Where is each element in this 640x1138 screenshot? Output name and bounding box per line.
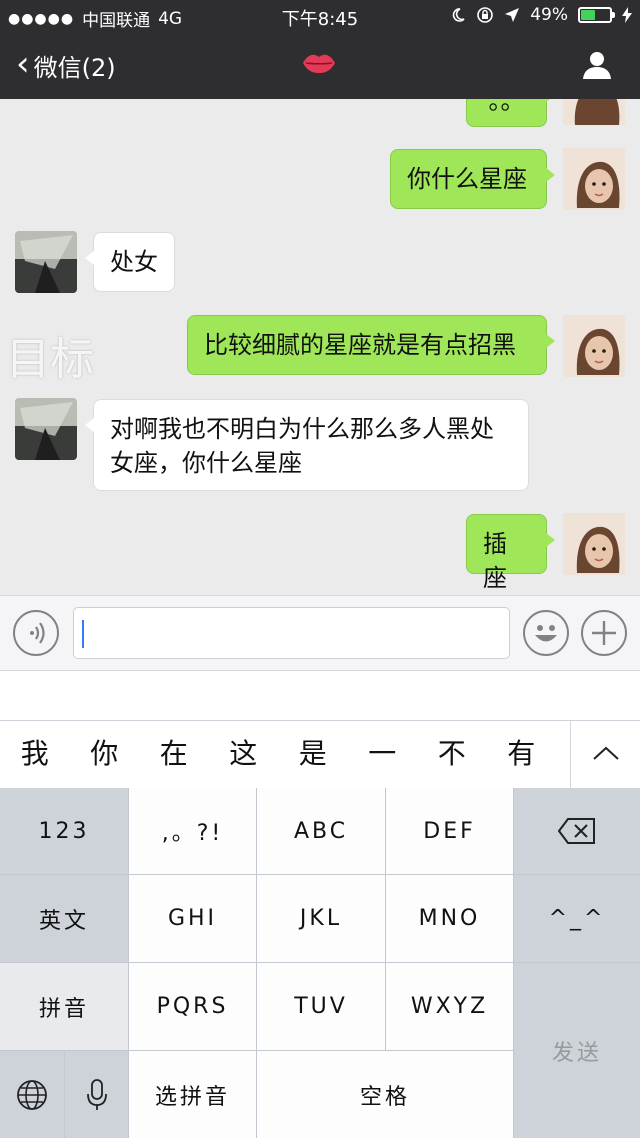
key-label: ^_^ [548, 906, 606, 931]
key-label: WXYZ [410, 994, 489, 1019]
key-pqrs[interactable]: PQRS [129, 963, 256, 1050]
space-key[interactable]: 空格 [257, 1051, 513, 1138]
plus-button[interactable] [581, 610, 627, 656]
key-mno[interactable]: MNO [386, 875, 513, 962]
send-key[interactable]: 发送 [514, 963, 640, 1138]
avatar[interactable] [563, 513, 625, 575]
key-wxyz[interactable]: WXYZ [386, 963, 513, 1050]
candidate-word[interactable]: 是 [278, 721, 348, 788]
key-label: GHI [167, 906, 218, 931]
nav-bar: ‹ 微信(2) [0, 32, 640, 99]
key-label: DEF [423, 818, 476, 844]
message-bubble-incoming[interactable]: 对啊我也不明白为什么那么多人黑处女座，你什么星座 [85, 399, 529, 491]
keyboard: 123 ,。?! ABC DEF 英文 GHI JKL MNO ^_^ 拼音 P… [0, 788, 640, 1138]
emoji-button[interactable] [523, 610, 569, 656]
key-label: 发送 [551, 1040, 602, 1066]
battery-icon [578, 7, 615, 23]
globe-key[interactable] [0, 1051, 64, 1138]
candidate-word[interactable]: 不 [417, 721, 487, 788]
candidate-word[interactable]: 你 [70, 721, 140, 788]
key-label: 选拼音 [154, 1084, 230, 1110]
battery-percent: 49% [530, 5, 568, 25]
key-ghi[interactable]: GHI [129, 875, 256, 962]
delete-key[interactable] [514, 788, 640, 874]
key-select-pinyin[interactable]: 选拼音 [129, 1051, 256, 1138]
plus-icon [592, 621, 616, 645]
key-label: TUV [294, 994, 348, 1019]
avatar[interactable] [563, 315, 625, 377]
message-text: 处女 [110, 248, 158, 276]
message-text: 比较细腻的星座就是有点招黑 [204, 331, 516, 359]
candidate-word[interactable]: 有 [487, 721, 557, 788]
message-bubble-incoming[interactable]: 处女 [85, 232, 175, 292]
key-label: JKL [299, 906, 343, 931]
top-bar: ●●●●● 中国联通 4G 下午8:45 49% ‹ 微信(2) [0, 0, 640, 99]
key-emoticon[interactable]: ^_^ [514, 875, 640, 962]
avatar[interactable] [563, 148, 625, 210]
rotation-lock-icon [477, 7, 494, 23]
key-label: MNO [418, 906, 481, 931]
emoji-icon [535, 625, 557, 642]
message-text: 插座 [483, 530, 507, 592]
key-def[interactable]: DEF [386, 788, 513, 874]
key-abc[interactable]: ABC [257, 788, 385, 874]
moon-icon [452, 8, 465, 22]
key-label: ABC [293, 818, 349, 844]
avatar[interactable] [563, 99, 625, 125]
key-label: 空格 [359, 1084, 410, 1110]
back-label: 微信(2) [33, 54, 116, 82]
message-bubble-outgoing[interactable]: 。。 [466, 99, 555, 127]
chevron-up-icon [593, 746, 619, 760]
candidate-word[interactable]: 这 [209, 721, 279, 788]
back-button[interactable]: ‹ 微信(2) [16, 43, 116, 84]
key-tuv[interactable]: TUV [257, 963, 385, 1050]
microphone-icon [86, 1078, 107, 1110]
person-icon[interactable] [582, 50, 612, 80]
avatar[interactable] [15, 231, 77, 293]
voice-button[interactable] [13, 610, 59, 656]
message-bubble-outgoing[interactable]: 比较细腻的星座就是有点招黑 [187, 315, 555, 375]
mic-key[interactable] [65, 1051, 128, 1138]
key-label: 123 [38, 818, 90, 844]
charging-icon [622, 7, 632, 23]
chat-area[interactable]: 。。 你什么星座 处女 目标 比较细腻的星座就是有点招黑 对啊我也不明白为什么那… [0, 99, 640, 595]
avatar[interactable] [15, 398, 77, 460]
candidate-word[interactable]: 我 [0, 721, 70, 788]
message-text: 你什么星座 [407, 165, 527, 193]
chevron-left-icon: ‹ [16, 43, 30, 84]
lips-icon [303, 54, 335, 73]
key-english[interactable]: 英文 [0, 875, 128, 962]
input-spacer [0, 671, 640, 720]
key-pinyin[interactable]: 拼音 [0, 963, 128, 1050]
text-caret [82, 620, 84, 648]
message-input[interactable] [73, 607, 510, 659]
candidate-bar: 我 你 在 这 是 一 不 有 [0, 720, 640, 789]
globe-icon [17, 1079, 47, 1110]
expand-candidates-button[interactable] [570, 721, 640, 789]
key-label: 英文 [38, 908, 89, 934]
message-text: 。。 [488, 99, 525, 115]
backspace-icon [558, 818, 595, 844]
key-punct[interactable]: ,。?! [129, 788, 256, 874]
key-123[interactable]: 123 [0, 788, 128, 874]
message-bubble-outgoing[interactable]: 你什么星座 [390, 149, 555, 209]
key-label: PQRS [156, 994, 229, 1019]
message-text: 对啊我也不明白为什么那么多人黑处女座，你什么星座 [110, 415, 494, 477]
watermark-text: 目标 [6, 334, 94, 385]
key-jkl[interactable]: JKL [257, 875, 385, 962]
key-label: ,。?! [161, 821, 224, 846]
candidate-word[interactable]: 在 [139, 721, 209, 788]
status-bar: ●●●●● 中国联通 4G 下午8:45 49% [0, 0, 640, 32]
input-bar [0, 595, 640, 671]
key-label: 拼音 [38, 996, 89, 1022]
voice-icon [30, 622, 45, 644]
message-bubble-outgoing[interactable]: 插座 [466, 514, 555, 592]
location-icon [505, 8, 520, 22]
candidate-word[interactable]: 一 [348, 721, 418, 788]
